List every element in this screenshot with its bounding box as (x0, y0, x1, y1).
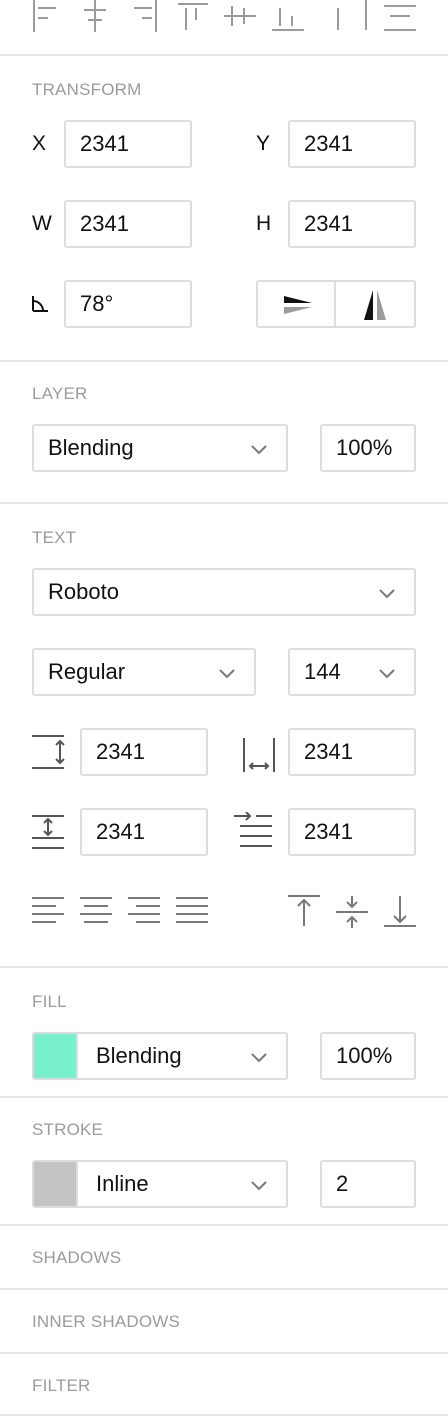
indent-input[interactable]: 2341 (288, 808, 416, 856)
height-input[interactable]: 2341 (288, 200, 416, 248)
divider (0, 1288, 448, 1290)
stroke-width-input[interactable]: 2 (320, 1160, 416, 1208)
line-height-input[interactable]: 2341 (80, 728, 208, 776)
text-align-justify-icon[interactable] (176, 897, 208, 923)
align-center-v-icon[interactable] (224, 6, 256, 26)
section-title-layer: LAYER (32, 384, 88, 403)
text-valign-group (288, 895, 416, 928)
align-right-icon[interactable] (134, 0, 157, 32)
stroke-position-value: Inline (96, 1171, 149, 1196)
rotation-icon (30, 294, 50, 314)
text-valign-middle-icon[interactable] (336, 896, 368, 928)
flip-horizontal-icon (284, 296, 312, 314)
font-family-dropdown[interactable]: Roboto (32, 568, 416, 616)
section-title-shadows[interactable]: SHADOWS (32, 1248, 121, 1268)
section-title-inner-shadows[interactable]: INNER SHADOWS (32, 1312, 180, 1332)
text-align-right-icon[interactable] (128, 897, 160, 923)
align-top-icon[interactable] (178, 3, 208, 30)
fill-blending-value: Blending (96, 1043, 182, 1068)
text-align-center-icon[interactable] (80, 897, 112, 923)
divider (0, 1096, 448, 1098)
divider (0, 1352, 448, 1354)
font-family-value: Roboto (48, 579, 119, 604)
flip-vertical-button[interactable] (336, 282, 414, 326)
alignment-toolbar (0, 0, 448, 52)
divider (0, 54, 448, 56)
paragraph-spacing-input[interactable]: 2341 (80, 808, 208, 856)
font-weight-dropdown[interactable]: Regular (32, 648, 256, 696)
letter-spacing-icon (242, 736, 278, 774)
fill-blending-dropdown[interactable]: Blending (32, 1032, 288, 1080)
indent-icon (234, 812, 274, 850)
chevron-down-icon (251, 1181, 267, 1191)
rotation-input[interactable]: 78° (64, 280, 192, 328)
w-label: W (32, 212, 52, 235)
font-size-dropdown[interactable]: 144 (288, 648, 416, 696)
divider (0, 1224, 448, 1226)
y-input[interactable]: 2341 (288, 120, 416, 168)
section-title-stroke: STROKE (32, 1120, 104, 1139)
h-label: H (256, 212, 272, 235)
stroke-color-swatch[interactable] (34, 1162, 78, 1206)
chevron-down-icon (379, 669, 395, 679)
divider (0, 966, 448, 968)
distribute-v-icon[interactable] (384, 5, 416, 31)
chevron-down-icon (251, 445, 267, 455)
chevron-down-icon (219, 669, 235, 679)
alignment-icons (33, 0, 416, 32)
font-weight-value: Regular (48, 659, 126, 684)
layer-blending-value: Blending (48, 435, 134, 460)
section-title-text: TEXT (32, 528, 77, 547)
chevron-down-icon (379, 589, 395, 599)
line-height-icon (32, 734, 66, 772)
divider (0, 360, 448, 362)
align-bottom-icon[interactable] (272, 8, 304, 31)
width-input[interactable]: 2341 (64, 200, 192, 248)
stroke-position-dropdown[interactable]: Inline (32, 1160, 288, 1208)
y-label: Y (256, 132, 271, 155)
flip-vertical-icon (364, 290, 386, 320)
fill-color-swatch[interactable] (34, 1034, 78, 1078)
section-title-filter[interactable]: FILTER (32, 1376, 91, 1396)
align-center-h-icon[interactable] (84, 0, 106, 32)
divider (0, 1414, 448, 1416)
letter-spacing-input[interactable]: 2341 (288, 728, 416, 776)
text-align-left-icon[interactable] (32, 897, 64, 923)
text-valign-top-icon[interactable] (288, 895, 320, 926)
flip-horizontal-button[interactable] (258, 282, 336, 326)
chevron-down-icon (251, 1053, 267, 1063)
distribute-h-icon[interactable] (337, 0, 367, 30)
fill-opacity-input[interactable]: 100% (320, 1032, 416, 1080)
font-size-value: 144 (304, 659, 341, 684)
x-input[interactable]: 2341 (64, 120, 192, 168)
section-title-fill: FILL (32, 992, 67, 1011)
text-valign-bottom-icon[interactable] (384, 896, 416, 927)
layer-blending-dropdown[interactable]: Blending (32, 424, 288, 472)
text-align-group (32, 897, 208, 923)
paragraph-spacing-icon (32, 814, 66, 852)
x-label: X (32, 132, 47, 155)
section-title-transform: TRANSFORM (32, 80, 142, 99)
align-left-icon[interactable] (33, 0, 56, 32)
layer-opacity-input[interactable]: 100% (320, 424, 416, 472)
divider (0, 502, 448, 504)
flip-button-group (256, 280, 416, 328)
